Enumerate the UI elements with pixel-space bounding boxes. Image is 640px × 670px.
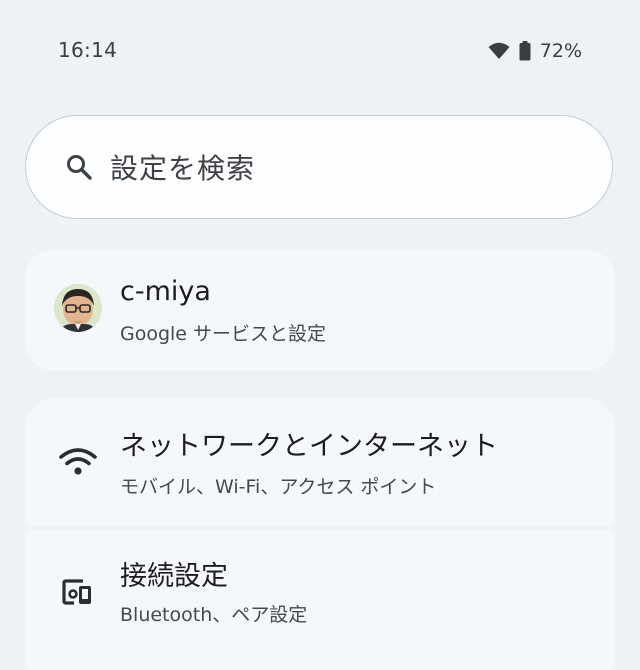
search-placeholder: 設定を検索 xyxy=(110,152,256,185)
wifi-full-icon xyxy=(488,42,510,60)
settings-item-subtitle: Bluetooth、ペア設定 xyxy=(120,604,308,626)
battery-percent: 72% xyxy=(539,40,582,62)
search-icon xyxy=(64,152,94,182)
wifi-icon xyxy=(58,441,98,481)
status-icons: 72% xyxy=(488,38,582,64)
account-name: c-miya xyxy=(120,276,211,307)
connected-devices-icon xyxy=(58,572,98,612)
account-subtitle: Google サービスと設定 xyxy=(120,323,327,345)
settings-item-network[interactable]: ネットワークとインターネット モバイル、Wi-Fi、アクセス ポイント xyxy=(25,398,615,526)
settings-search-bar[interactable]: 設定を検索 xyxy=(25,115,613,219)
settings-item-title: ネットワークとインターネット xyxy=(120,431,498,462)
status-bar: 16:14 72% xyxy=(0,0,640,100)
battery-icon xyxy=(519,41,531,61)
settings-item-subtitle: モバイル、Wi-Fi、アクセス ポイント xyxy=(120,476,437,498)
settings-item-connected-devices[interactable]: 接続設定 Bluetooth、ペア設定 xyxy=(25,530,615,670)
avatar xyxy=(54,284,102,332)
settings-item-title: 接続設定 xyxy=(120,561,228,592)
status-time: 16:14 xyxy=(58,38,118,62)
account-card[interactable]: c-miya Google サービスと設定 xyxy=(25,249,615,371)
